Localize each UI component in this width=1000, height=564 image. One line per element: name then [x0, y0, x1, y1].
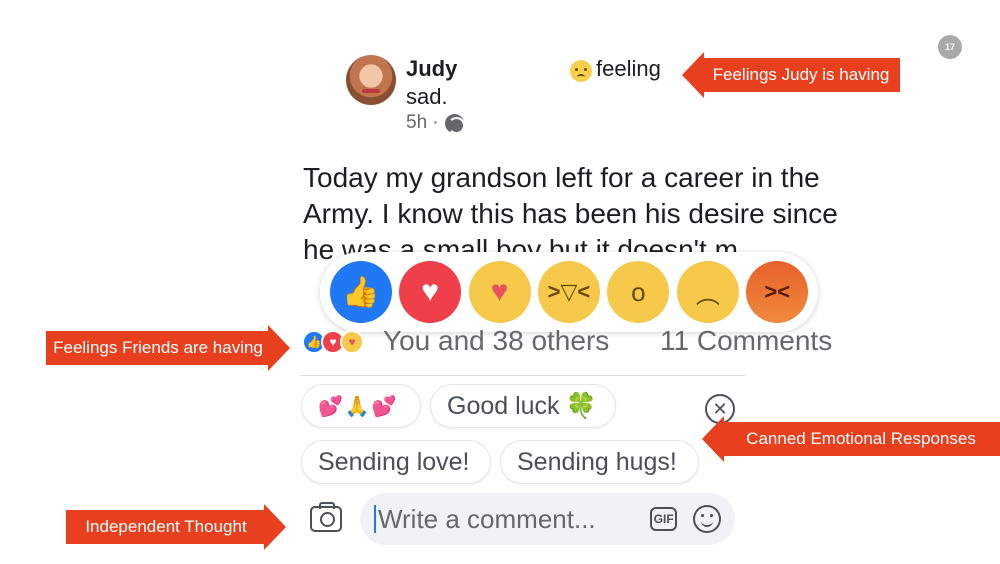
comment-input[interactable]: [377, 503, 638, 535]
post-timestamp[interactable]: 5h ·: [406, 112, 439, 134]
clover-icon: 🍀: [565, 391, 597, 420]
love-reaction-icon[interactable]: ♥: [399, 261, 462, 323]
haha-reaction-icon[interactable]: >▽<: [537, 261, 600, 323]
care-reaction-icon[interactable]: ♥: [468, 261, 531, 323]
sad-face-icon: [570, 60, 592, 82]
callout-canned-responses: Canned Emotional Responses: [702, 416, 1000, 462]
divider: [300, 375, 745, 376]
smiley-icon[interactable]: [693, 505, 721, 533]
gif-button[interactable]: GIF: [649, 507, 678, 531]
canned-response-sending-love-button[interactable]: Sending love!: [302, 441, 490, 483]
callout-feelings-friends: Feelings Friends are having: [46, 325, 290, 371]
globe-icon: [444, 113, 465, 134]
feeling-label: feeling: [570, 56, 661, 82]
care-mini-icon: ♥: [340, 330, 364, 354]
canned-response-sending-hugs-button[interactable]: Sending hugs!: [501, 441, 698, 483]
comment-box[interactable]: GIF: [360, 493, 735, 545]
feeling-word: sad.: [406, 84, 448, 109]
reactors-count[interactable]: You and 38 others: [383, 325, 609, 357]
like-reaction-icon[interactable]: 👍: [329, 261, 392, 323]
wow-reaction-icon[interactable]: o: [607, 261, 670, 323]
reaction-picker: 👍 ♥ ♥ >▽< o ︵ ><: [320, 252, 818, 332]
sad-reaction-icon[interactable]: ︵: [676, 261, 739, 323]
canned-response-hearts-button[interactable]: 💕🙏💕: [302, 385, 420, 427]
callout-independent-thought: Independent Thought: [66, 504, 286, 550]
angry-reaction-icon[interactable]: ><: [746, 261, 809, 323]
avatar[interactable]: [346, 55, 396, 105]
post-author-name[interactable]: Judy: [406, 56, 457, 82]
chip-label: Good luck: [447, 391, 560, 420]
feeling-prefix: feeling: [596, 56, 661, 81]
canned-response-good-luck-button[interactable]: Good luck 🍀: [431, 385, 615, 427]
slide-number-badge: 17: [938, 35, 962, 59]
callout-feelings-judy: Feelings Judy is having: [682, 52, 900, 98]
camera-icon[interactable]: [310, 502, 342, 532]
post-meta: 5h ·: [406, 112, 465, 134]
reaction-summary-icons[interactable]: 👍 ♥ ♥: [302, 330, 364, 354]
comments-count[interactable]: 11 Comments: [660, 325, 832, 357]
text-cursor: [374, 505, 376, 533]
